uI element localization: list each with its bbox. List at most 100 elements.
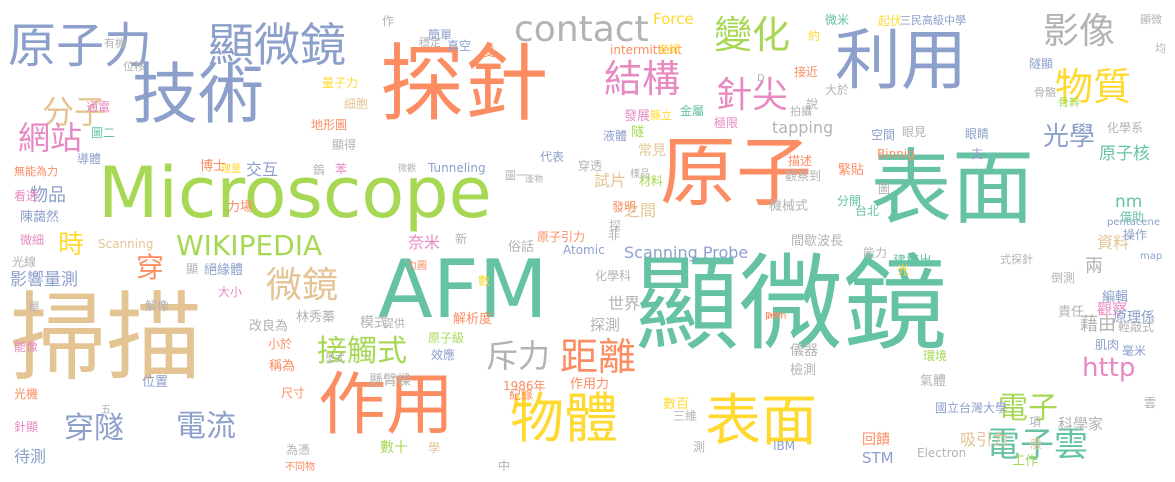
cloud-word: 骨骼	[1034, 86, 1056, 99]
cloud-word: 理量	[221, 164, 241, 175]
cloud-word: 分開	[837, 194, 862, 208]
cloud-word: 光線	[12, 255, 37, 269]
cloud-word: 觀察到	[785, 169, 822, 183]
cloud-word: 奈米	[408, 233, 441, 252]
cloud-word: 力場	[227, 200, 254, 215]
cloud-word: 林秀蓁	[296, 310, 336, 325]
cloud-word: 苯	[335, 162, 348, 176]
cloud-word: 鎢	[313, 163, 326, 177]
cloud-word: mm	[767, 311, 787, 322]
cloud-word: 三民高級中學	[900, 14, 966, 27]
cloud-word: 倒測	[1051, 271, 1076, 285]
cloud-word: 穩定	[419, 36, 441, 49]
cloud-word: 發展	[624, 109, 651, 124]
cloud-word: 針尖	[716, 75, 789, 116]
cloud-word: 代表	[540, 150, 565, 164]
cloud-word: 支	[971, 147, 984, 161]
cloud-word: 世界	[608, 294, 641, 313]
cloud-word: Scanning Probe	[624, 243, 749, 262]
cloud-word: 大小	[218, 285, 243, 299]
cloud-word: 位置	[142, 375, 169, 390]
cloud-word: 能力	[863, 246, 888, 260]
cloud-word: 科學家	[1058, 415, 1104, 433]
cloud-word: 效應	[431, 348, 456, 362]
cloud-word: 五	[101, 405, 111, 416]
cloud-word: Binnig	[877, 147, 915, 161]
cloud-word: 化學系	[1107, 121, 1144, 135]
cloud-word: 國立台灣大學	[935, 401, 1008, 415]
cloud-word: 間歇波長	[791, 234, 844, 249]
cloud-word: 型式	[325, 354, 345, 365]
cloud-word: Tunneling	[428, 161, 486, 175]
cloud-word: 顯微	[1140, 13, 1162, 26]
cloud-word: 針顯	[14, 420, 39, 434]
cloud-word: 力圖	[407, 261, 427, 272]
cloud-word: map	[1140, 251, 1163, 262]
cloud-word: 量子力	[322, 76, 359, 90]
cloud-word: 試片	[594, 171, 627, 190]
cloud-word: Force	[653, 10, 694, 28]
cloud-word: 真空	[447, 39, 472, 53]
cloud-word: IBM	[773, 439, 796, 453]
cloud-word: 檢測	[790, 363, 817, 378]
cloud-word: 藉由	[1080, 314, 1116, 335]
cloud-word: 縣立	[650, 109, 672, 122]
cloud-word: 交互	[246, 160, 279, 179]
cloud-word: 改良為	[249, 319, 289, 334]
cloud-word: 蓬物	[525, 175, 544, 185]
cloud-word: 大於	[825, 83, 850, 97]
cloud-word: 責任	[1058, 305, 1085, 320]
cloud-word: 數十	[380, 440, 408, 456]
cloud-word: tapping	[772, 118, 834, 137]
cloud-word: 電流	[176, 409, 236, 444]
cloud-word: 描述	[788, 154, 813, 168]
cloud-word: 眼見	[902, 125, 927, 139]
cloud-word: 微米	[825, 13, 850, 27]
cloud-word: 表面	[705, 389, 817, 454]
cloud-word: nm	[1115, 192, 1143, 212]
cloud-word: 數	[478, 274, 491, 288]
cloud-word: 眼睛	[965, 127, 990, 141]
cloud-word: 原子核	[1099, 144, 1150, 164]
cloud-word: 微觀	[398, 164, 417, 174]
cloud-word: 小於	[268, 337, 293, 351]
cloud-word: 均	[1155, 42, 1166, 55]
cloud-word: 提供	[383, 317, 405, 330]
cloud-word: 時	[58, 230, 85, 260]
cloud-word: 稱為	[269, 359, 296, 374]
cloud-word: 有機	[104, 37, 126, 50]
cloud-word: 陳藹然	[20, 210, 60, 225]
cloud-word: 環境	[923, 349, 948, 363]
cloud-word: 吸引力	[960, 430, 1009, 449]
cloud-word: 緊貼	[838, 163, 865, 178]
cloud-word: 位移	[123, 60, 145, 73]
cloud-word: 顯得	[332, 138, 357, 152]
cloud-word: 單	[28, 300, 41, 314]
cloud-word: 利用	[835, 22, 967, 99]
cloud-word: 為憑	[286, 443, 311, 457]
cloud-word: 儀器	[790, 343, 818, 359]
cloud-word: 編輯	[1102, 290, 1129, 305]
cloud-word: 無能為力	[14, 165, 58, 178]
cloud-word: 工作	[1012, 454, 1039, 469]
cloud-word: 解像	[145, 299, 170, 313]
cloud-word: 接近	[794, 65, 819, 79]
cloud-word: 操作	[1123, 228, 1148, 242]
cloud-word: 穿透	[578, 159, 603, 173]
cloud-word: 顯微鏡	[208, 18, 346, 72]
cloud-word: 變化	[714, 13, 791, 57]
cloud-word: 空間	[871, 128, 896, 142]
cloud-word: 俗話	[508, 240, 535, 255]
cloud-word: 解析度	[453, 312, 493, 327]
cloud-word: 光機	[14, 387, 39, 401]
cloud-word: 常見	[638, 143, 666, 159]
cloud-word: 隧顯	[1029, 57, 1054, 71]
cloud-word: 學	[428, 441, 441, 455]
cloud-word: 測	[693, 440, 706, 454]
cloud-word: 看透	[14, 189, 39, 203]
cloud-word: 作用力	[570, 377, 610, 392]
cloud-word: Scanning	[98, 237, 154, 251]
cloud-word: Electron	[917, 446, 967, 460]
cloud-word: 探測	[590, 316, 621, 334]
cloud-word: 三維	[673, 409, 698, 423]
